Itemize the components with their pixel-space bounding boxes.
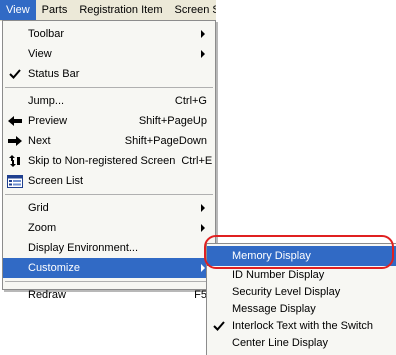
menu-bar: View Parts Registration Item Screen Se xyxy=(0,0,216,21)
menu-item-label: Grid xyxy=(28,202,49,214)
menu-item-label: Memory Display xyxy=(232,250,311,262)
menu-item-label: Center Line Display xyxy=(232,336,328,349)
submenu-item-id-number-display[interactable]: ID Number Display xyxy=(207,266,396,283)
menu-item-zoom[interactable]: Zoom xyxy=(3,218,215,238)
menu-item-shortcut: Shift+PageDown xyxy=(124,135,207,147)
menubar-screen-se[interactable]: Screen Se xyxy=(169,0,217,20)
checkmark-icon xyxy=(7,67,23,81)
submenu-arrow-icon xyxy=(201,30,205,38)
menu-item-label: Interlock Text with the Switch xyxy=(232,319,374,332)
menu-item-label: Toolbar xyxy=(28,28,65,40)
menu-item-label: View xyxy=(28,48,52,60)
submenu-item-memory-display[interactable]: Memory Display xyxy=(207,246,396,266)
menubar-parts[interactable]: Parts xyxy=(36,0,74,20)
view-menu: Toolbar View Status Bar Jump... Ctrl+G P… xyxy=(2,20,216,301)
customize-submenu: Memory Display ID Number Display Securit… xyxy=(206,243,396,355)
menubar-registration-item[interactable]: Registration Item xyxy=(73,0,168,20)
menu-item-label: Status Bar xyxy=(28,68,80,80)
menu-item-label: Next xyxy=(28,135,51,147)
menu-item-skip-to-non-registered-screen[interactable]: Skip to Non-registered Screen Ctrl+E xyxy=(3,151,215,171)
menu-item-status-bar[interactable]: Status Bar xyxy=(3,64,215,84)
submenu-item-center-line-display[interactable]: Center Line Display xyxy=(207,334,396,351)
menu-item-view[interactable]: View xyxy=(3,44,215,64)
menu-item-screen-list[interactable]: Screen List xyxy=(3,171,215,191)
submenu-arrow-icon xyxy=(201,224,205,232)
menu-item-shortcut: Ctrl+G xyxy=(174,95,207,107)
menu-item-label: Redraw xyxy=(28,289,66,301)
skip-screen-icon xyxy=(7,154,23,168)
submenu-item-security-level-display[interactable]: Security Level Display xyxy=(207,283,396,300)
menu-item-label: Display Environment... xyxy=(28,242,139,254)
menu-item-preview[interactable]: Preview Shift+PageUp xyxy=(3,111,215,131)
menu-item-display-environment[interactable]: Display Environment... xyxy=(3,238,215,258)
menu-separator xyxy=(5,281,213,282)
menubar-view[interactable]: View xyxy=(0,0,36,20)
arrow-right-icon xyxy=(7,134,23,148)
menu-item-next[interactable]: Next Shift+PageDown xyxy=(3,131,215,151)
menu-item-jump[interactable]: Jump... Ctrl+G xyxy=(3,91,215,111)
menu-item-label: Screen List xyxy=(28,175,84,187)
menu-item-label: ID Number Display xyxy=(232,268,325,281)
submenu-item-interlock-text[interactable]: Interlock Text with the Switch xyxy=(207,317,396,334)
menu-item-label: Zoom xyxy=(28,222,57,234)
menu-item-toolbar[interactable]: Toolbar xyxy=(3,24,215,44)
menu-item-label: Security Level Display xyxy=(232,285,341,298)
menu-item-redraw[interactable]: Redraw F5 xyxy=(3,285,215,305)
submenu-arrow-icon xyxy=(201,204,205,212)
menu-item-label: Customize xyxy=(28,262,80,274)
submenu-arrow-icon xyxy=(201,50,205,58)
checkmark-icon xyxy=(211,319,227,333)
menu-separator xyxy=(5,194,213,195)
menu-item-shortcut: Shift+PageUp xyxy=(138,115,207,127)
menu-item-label: Jump... xyxy=(28,95,65,107)
submenu-arrow-icon xyxy=(201,264,205,272)
menu-item-label: Message Display xyxy=(232,302,316,315)
menu-item-customize[interactable]: Customize xyxy=(3,258,215,278)
arrow-left-icon xyxy=(7,114,23,128)
menu-item-grid[interactable]: Grid xyxy=(3,198,215,218)
submenu-item-message-display[interactable]: Message Display xyxy=(207,300,396,317)
menu-item-shortcut: Ctrl+E xyxy=(181,155,213,167)
menu-item-label: Skip to Non-registered Screen xyxy=(28,155,176,167)
menu-separator xyxy=(5,87,213,88)
screen-list-icon xyxy=(7,174,23,188)
menu-item-label: Preview xyxy=(28,115,68,127)
